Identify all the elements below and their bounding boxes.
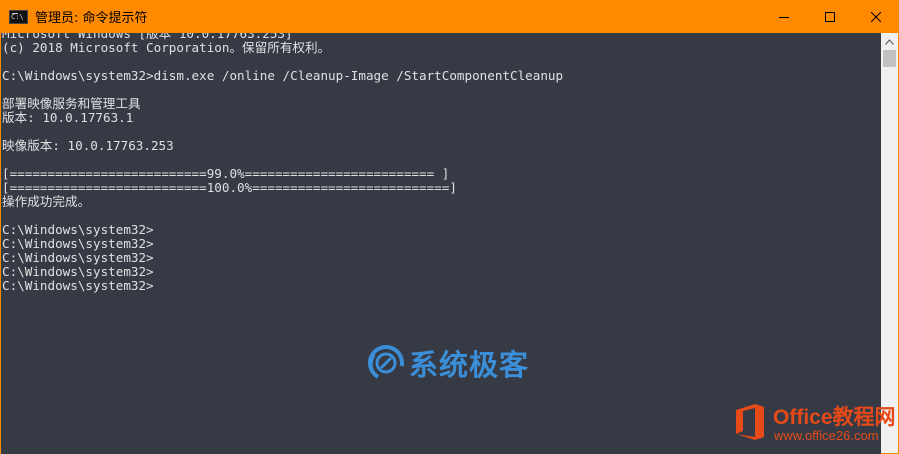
watermark: 系统极客 bbox=[367, 343, 529, 383]
minimize-button[interactable] bbox=[761, 0, 807, 33]
window-border-left bbox=[0, 33, 1, 454]
console-line: 操作成功完成。 bbox=[2, 194, 91, 209]
console-line: C:\Windows\system32> bbox=[2, 278, 154, 293]
chevron-up-icon bbox=[885, 38, 894, 45]
console-line: 版本: 10.0.17763.1 bbox=[2, 110, 134, 125]
title-bar[interactable]: C:\ 管理员: 命令提示符 bbox=[0, 0, 899, 33]
console-line: C:\Windows\system32> bbox=[2, 222, 154, 237]
scroll-thumb[interactable] bbox=[883, 50, 896, 67]
maximize-button[interactable] bbox=[807, 0, 853, 33]
window-title: 管理员: 命令提示符 bbox=[35, 11, 148, 26]
console-line: 映像版本: 10.0.17763.253 bbox=[2, 138, 174, 153]
console-line: 部署映像服务和管理工具 bbox=[2, 96, 141, 111]
office-site-url: www.office26.com bbox=[774, 428, 879, 443]
console-line: (c) 2018 Microsoft Corporation。保留所有权利。 bbox=[2, 40, 331, 55]
console-line: C:\Windows\system32>dism.exe /online /Cl… bbox=[2, 68, 564, 83]
cmd-app-icon[interactable]: C:\ bbox=[9, 9, 28, 24]
console-output[interactable]: Microsoft Windows [版本 10.0.17763.253] (c)… bbox=[2, 33, 563, 293]
console-line: [==========================99.0%========… bbox=[2, 166, 450, 181]
minimize-icon bbox=[779, 16, 789, 18]
office-site-name: Office教程网 bbox=[773, 406, 896, 429]
command-prompt-window: C:\ 管理员: 命令提示符 Microsoft Windows [版本 10.… bbox=[0, 0, 899, 454]
window-controls bbox=[761, 0, 899, 33]
xitongjike-logo-icon bbox=[368, 345, 404, 381]
console-area[interactable]: Microsoft Windows [版本 10.0.17763.253] (c)… bbox=[0, 33, 881, 454]
watermark-text: 系统极客 bbox=[409, 348, 530, 382]
maximize-icon bbox=[825, 11, 835, 22]
scroll-up-button[interactable] bbox=[881, 33, 898, 50]
close-icon bbox=[871, 11, 881, 22]
console-line: C:\Windows\system32> bbox=[2, 264, 154, 279]
office-logo-icon bbox=[736, 404, 764, 440]
office26-badge: Office教程网 www.office26.com bbox=[733, 398, 896, 448]
console-line: C:\Windows\system32> bbox=[2, 250, 154, 265]
console-line: C:\Windows\system32> bbox=[2, 236, 154, 251]
console-line: [==========================100.0%=======… bbox=[2, 180, 457, 195]
vertical-scrollbar[interactable] bbox=[881, 33, 898, 453]
close-button[interactable] bbox=[853, 0, 899, 33]
